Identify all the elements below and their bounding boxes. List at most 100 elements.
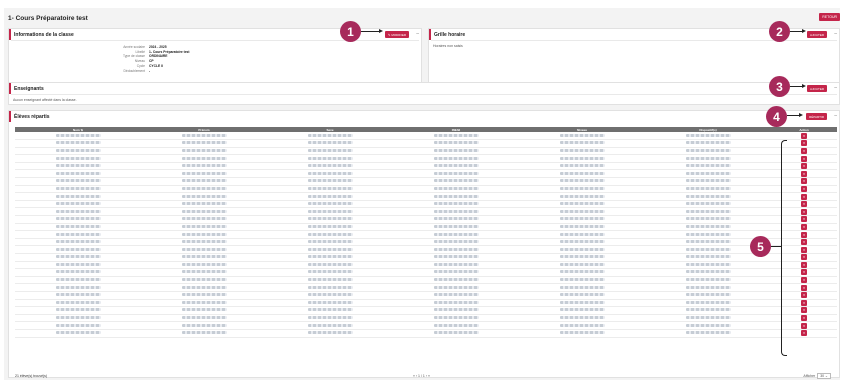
redacted-text: [55, 141, 101, 145]
page-size-select[interactable]: 30 ⌄: [817, 373, 831, 379]
table-row: ✕: [15, 329, 837, 338]
redacted-text: [55, 209, 101, 213]
grille-empty-text: Horaires non saisis: [433, 44, 463, 48]
delete-icon[interactable]: ✕: [801, 315, 807, 322]
delete-icon[interactable]: ✕: [801, 330, 807, 337]
redacted-text: [433, 133, 479, 137]
delete-icon[interactable]: ✕: [801, 239, 807, 246]
redacted-text: [685, 300, 731, 304]
annotation-arrow-head: [802, 29, 806, 33]
table-cell: [645, 276, 771, 285]
delete-icon[interactable]: ✕: [801, 193, 807, 200]
annotation-badge: 2: [769, 21, 790, 42]
delete-icon[interactable]: ✕: [801, 163, 807, 170]
info-card: Informations de la classe ✎ MODIFIER – A…: [8, 28, 422, 85]
delete-icon[interactable]: ✕: [801, 269, 807, 276]
table-cell: [267, 200, 393, 209]
delete-icon[interactable]: ✕: [801, 140, 807, 147]
delete-icon[interactable]: ✕: [801, 284, 807, 291]
table-cell: [15, 139, 141, 148]
table-cell: [645, 185, 771, 194]
table-row: ✕: [15, 314, 837, 323]
collapse-icon[interactable]: –: [416, 31, 419, 38]
redacted-text: [433, 240, 479, 244]
redacted-text: [685, 293, 731, 297]
table-cell: [393, 238, 519, 247]
redacted-text: [559, 323, 605, 327]
redacted-text: [433, 224, 479, 228]
table-cell: [15, 207, 141, 217]
delete-icon[interactable]: ✕: [801, 299, 807, 306]
table-cell: [141, 321, 267, 330]
redacted-text: [433, 179, 479, 183]
modify-button[interactable]: ✎ MODIFIER: [384, 31, 409, 38]
table-row: ✕: [15, 185, 837, 194]
table-cell: [141, 253, 267, 262]
collapse-icon[interactable]: –: [834, 113, 837, 120]
enseignants-card-header: Enseignants AJOUTER –: [9, 83, 839, 94]
table-cell: [393, 230, 519, 239]
redacted-text: [181, 194, 227, 198]
redacted-text: [433, 262, 479, 266]
table-cell: [141, 215, 267, 224]
table-cell: [519, 245, 645, 254]
delete-icon[interactable]: ✕: [801, 132, 807, 139]
collapse-icon[interactable]: –: [834, 85, 837, 92]
delete-icon[interactable]: ✕: [801, 307, 807, 314]
delete-icon[interactable]: ✕: [801, 277, 807, 284]
redacted-text: [559, 285, 605, 289]
redacted-text: [685, 217, 731, 221]
delete-icon[interactable]: ✕: [801, 185, 807, 192]
delete-icon[interactable]: ✕: [801, 147, 807, 154]
delete-icon[interactable]: ✕: [801, 322, 807, 329]
redacted-text: [433, 331, 479, 335]
delete-icon[interactable]: ✕: [801, 261, 807, 268]
redacted-text: [55, 331, 101, 335]
redacted-text: [433, 323, 479, 327]
table-cell: [141, 268, 267, 277]
table-cell: [393, 185, 519, 194]
delete-icon[interactable]: ✕: [801, 246, 807, 253]
annotation-arrow: [361, 31, 379, 32]
delete-icon[interactable]: ✕: [801, 216, 807, 223]
delete-icon[interactable]: ✕: [801, 208, 807, 215]
table-cell: [519, 329, 645, 338]
add-enseignant-button[interactable]: AJOUTER: [806, 85, 827, 92]
table-cell: [15, 200, 141, 209]
delete-icon[interactable]: ✕: [801, 292, 807, 299]
table-row: ✕: [15, 177, 837, 186]
table-cell: [393, 177, 519, 186]
pagination[interactable]: « ‹ 1 / 1 › »: [413, 374, 430, 378]
delete-icon[interactable]: ✕: [801, 178, 807, 185]
delete-icon[interactable]: ✕: [801, 155, 807, 162]
table-cell: [393, 253, 519, 262]
repartir-button[interactable]: RÉPARTIR: [806, 113, 827, 120]
page-size-label: Afficher: [803, 374, 816, 378]
collapse-icon[interactable]: –: [834, 31, 837, 38]
redacted-text: [55, 232, 101, 236]
table-row: ✕: [15, 299, 837, 308]
eleves-table-body: ✕ ✕ ✕ ✕ ✕ ✕ ✕ ✕ ✕ ✕ ✕ ✕ ✕ ✕ ✕ ✕ ✕ ✕ ✕ ✕ ✕ ✕ ✕ ✕ ✕ ✕ ✕: [15, 132, 837, 338]
table-cell: [519, 321, 645, 330]
redacted-text: [307, 247, 353, 251]
delete-icon[interactable]: ✕: [801, 223, 807, 230]
add-horaire-button[interactable]: AJOUTER: [806, 31, 827, 38]
redacted-text: [433, 293, 479, 297]
redacted-text: [307, 232, 353, 236]
delete-icon[interactable]: ✕: [801, 170, 807, 177]
table-row: ✕: [15, 230, 837, 239]
table-cell: [267, 314, 393, 323]
table-cell: [15, 230, 141, 239]
delete-icon[interactable]: ✕: [801, 201, 807, 208]
table-cell: [645, 192, 771, 201]
delete-icon[interactable]: ✕: [801, 254, 807, 261]
grille-card-title: Grille horaire: [434, 31, 466, 38]
retour-button[interactable]: RETOUR: [819, 13, 840, 21]
table-cell: [393, 329, 519, 338]
table-cell: [519, 207, 645, 217]
delete-icon[interactable]: ✕: [801, 231, 807, 238]
redacted-text: [559, 209, 605, 213]
table-cell: [141, 245, 267, 254]
redacted-text: [433, 202, 479, 206]
table-cell: [141, 169, 267, 179]
